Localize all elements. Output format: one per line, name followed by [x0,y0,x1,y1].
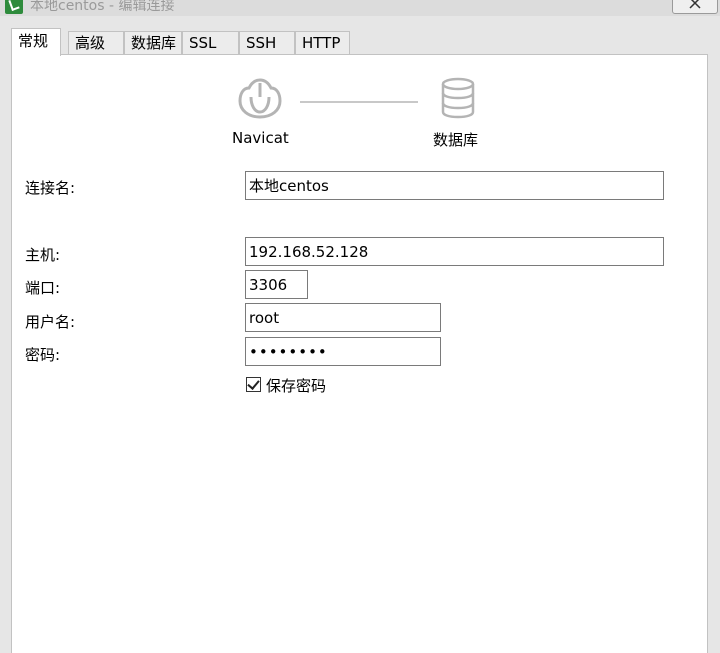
close-button[interactable] [672,0,718,14]
navicat-logo-icon [238,78,282,119]
database-icon [441,77,475,119]
host-label: 主机: [25,246,61,264]
connection-line [300,101,418,103]
username-input[interactable] [245,303,441,332]
password-label: 密码: [25,346,61,364]
navicat-app-icon [5,0,23,14]
save-password-label[interactable]: 保存密码 [266,375,326,396]
tab-general[interactable]: 常规 [11,28,61,56]
username-label: 用户名: [25,313,76,331]
host-input[interactable] [245,237,664,266]
database-label: 数据库 [433,131,479,149]
general-panel: Navicat 数据库 连接名: 主机: 端口: 用户名: 密码: 保存密码 [11,54,708,653]
connection-name-input[interactable] [245,171,664,200]
save-password-checkbox[interactable] [246,377,261,392]
tab-ssh[interactable]: SSH [239,31,295,55]
port-input[interactable] [245,270,308,299]
window-title: 本地centos - 编辑连接 [30,0,175,14]
navicat-label: Navicat [232,129,289,147]
port-label: 端口: [25,279,61,297]
title-bar: 本地centos - 编辑连接 [0,0,720,16]
connection-name-label: 连接名: [25,179,76,197]
tab-ssl[interactable]: SSL [182,31,239,55]
password-input[interactable] [245,337,441,366]
close-icon [689,0,701,9]
tab-http[interactable]: HTTP [295,31,350,55]
tab-databases[interactable]: 数据库 [124,31,182,55]
tab-advanced[interactable]: 高级 [68,31,124,55]
